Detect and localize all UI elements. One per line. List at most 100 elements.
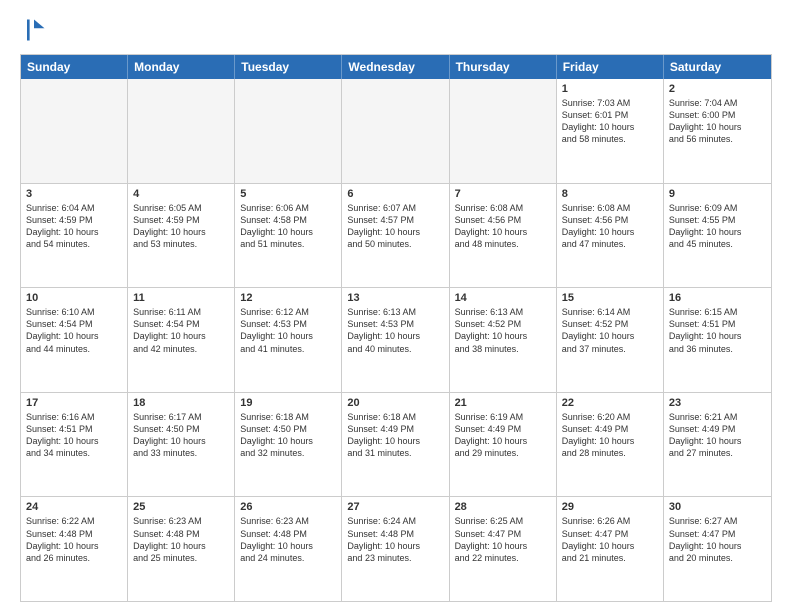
calendar-cell: 11Sunrise: 6:11 AM Sunset: 4:54 PM Dayli… — [128, 288, 235, 392]
day-info: Sunrise: 6:26 AM Sunset: 4:47 PM Dayligh… — [562, 515, 658, 564]
calendar-cell: 16Sunrise: 6:15 AM Sunset: 4:51 PM Dayli… — [664, 288, 771, 392]
calendar-cell: 7 Sunrise: 6:08 AM Sunset: 4:56 PM Daylig… — [450, 184, 557, 288]
calendar-cell: 10 Sunrise: 6:10 AM Sunset: 4:54 PM Dayli… — [21, 288, 128, 392]
calendar-cell: 6 Sunrise: 6:07 AM Sunset: 4:57 PM Daylig… — [342, 184, 449, 288]
day-number: 3 — [26, 188, 122, 200]
day-number: 17 — [26, 397, 122, 409]
calendar-cell: 15 Sunrise: 6:14 AM Sunset: 4:52 PM Dayli… — [557, 288, 664, 392]
day-number: 26 — [240, 501, 336, 513]
day-number: 28 — [455, 501, 551, 513]
day-info: Sunrise: 6:13 AM Sunset: 4:53 PM Dayligh… — [347, 306, 443, 355]
calendar-cell: 8 Sunrise: 6:08 AM Sunset: 4:56 PM Daylig… — [557, 184, 664, 288]
day-number: 20 — [347, 397, 443, 409]
calendar-cell — [21, 79, 128, 183]
calendar-cell — [450, 79, 557, 183]
day-number: 19 — [240, 397, 336, 409]
day-number: 30 — [669, 501, 766, 513]
day-info: Sunrise: 6:22 AM Sunset: 4:48 PM Dayligh… — [26, 515, 122, 564]
day-info: Sunrise: 6:07 AM Sunset: 4:57 PM Dayligh… — [347, 202, 443, 251]
header-day-saturday: Saturday — [664, 55, 771, 79]
day-number: 18 — [133, 397, 229, 409]
day-number: 22 — [562, 397, 658, 409]
calendar-cell — [235, 79, 342, 183]
day-info: Sunrise: 6:10 AM Sunset: 4:54 PM Dayligh… — [26, 306, 122, 355]
day-number: 13 — [347, 292, 443, 304]
day-number: 25 — [133, 501, 229, 513]
calendar-cell: 4 Sunrise: 6:05 AM Sunset: 4:59 PM Daylig… — [128, 184, 235, 288]
day-number: 9 — [669, 188, 766, 200]
day-number: 24 — [26, 501, 122, 513]
day-info: Sunrise: 6:19 AM Sunset: 4:49 PM Dayligh… — [455, 411, 551, 460]
calendar-cell: 20 Sunrise: 6:18 AM Sunset: 4:49 PM Dayli… — [342, 393, 449, 497]
calendar-cell: 19 Sunrise: 6:18 AM Sunset: 4:50 PM Dayli… — [235, 393, 342, 497]
header — [20, 16, 772, 44]
day-number: 11 — [133, 292, 229, 304]
day-info: Sunrise: 6:20 AM Sunset: 4:49 PM Dayligh… — [562, 411, 658, 460]
calendar-row-1: 1 Sunrise: 7:03 AM Sunset: 6:01 PM Daylig… — [21, 79, 771, 184]
calendar-cell: 21Sunrise: 6:19 AM Sunset: 4:49 PM Dayli… — [450, 393, 557, 497]
day-number: 23 — [669, 397, 766, 409]
day-info: Sunrise: 6:25 AM Sunset: 4:47 PM Dayligh… — [455, 515, 551, 564]
day-info: Sunrise: 6:18 AM Sunset: 4:49 PM Dayligh… — [347, 411, 443, 460]
calendar-cell: 3 Sunrise: 6:04 AM Sunset: 4:59 PM Daylig… — [21, 184, 128, 288]
calendar-cell: 26 Sunrise: 6:23 AM Sunset: 4:48 PM Dayli… — [235, 497, 342, 601]
day-info: Sunrise: 6:21 AM Sunset: 4:49 PM Dayligh… — [669, 411, 766, 460]
day-info: Sunrise: 6:14 AM Sunset: 4:52 PM Dayligh… — [562, 306, 658, 355]
day-number: 29 — [562, 501, 658, 513]
calendar-cell: 27Sunrise: 6:24 AM Sunset: 4:48 PM Dayli… — [342, 497, 449, 601]
calendar-cell: 17Sunrise: 6:16 AM Sunset: 4:51 PM Dayli… — [21, 393, 128, 497]
calendar-cell: 23 Sunrise: 6:21 AM Sunset: 4:49 PM Dayli… — [664, 393, 771, 497]
calendar-cell: 24 Sunrise: 6:22 AM Sunset: 4:48 PM Dayli… — [21, 497, 128, 601]
header-day-wednesday: Wednesday — [342, 55, 449, 79]
day-info: Sunrise: 6:05 AM Sunset: 4:59 PM Dayligh… — [133, 202, 229, 251]
calendar-cell: 12Sunrise: 6:12 AM Sunset: 4:53 PM Dayli… — [235, 288, 342, 392]
header-day-thursday: Thursday — [450, 55, 557, 79]
day-number: 7 — [455, 188, 551, 200]
header-day-monday: Monday — [128, 55, 235, 79]
day-info: Sunrise: 7:03 AM Sunset: 6:01 PM Dayligh… — [562, 97, 658, 146]
calendar-row-5: 24 Sunrise: 6:22 AM Sunset: 4:48 PM Dayli… — [21, 497, 771, 601]
day-info: Sunrise: 6:18 AM Sunset: 4:50 PM Dayligh… — [240, 411, 336, 460]
day-number: 5 — [240, 188, 336, 200]
header-day-tuesday: Tuesday — [235, 55, 342, 79]
calendar-cell: 14Sunrise: 6:13 AM Sunset: 4:52 PM Dayli… — [450, 288, 557, 392]
day-info: Sunrise: 6:23 AM Sunset: 4:48 PM Dayligh… — [133, 515, 229, 564]
day-info: Sunrise: 6:04 AM Sunset: 4:59 PM Dayligh… — [26, 202, 122, 251]
calendar-cell: 29 Sunrise: 6:26 AM Sunset: 4:47 PM Dayli… — [557, 497, 664, 601]
day-number: 6 — [347, 188, 443, 200]
day-info: Sunrise: 6:24 AM Sunset: 4:48 PM Dayligh… — [347, 515, 443, 564]
day-number: 10 — [26, 292, 122, 304]
day-number: 15 — [562, 292, 658, 304]
calendar-body: 1 Sunrise: 7:03 AM Sunset: 6:01 PM Daylig… — [21, 79, 771, 601]
day-number: 4 — [133, 188, 229, 200]
header-day-friday: Friday — [557, 55, 664, 79]
page: SundayMondayTuesdayWednesdayThursdayFrid… — [0, 0, 792, 612]
calendar-cell: 25 Sunrise: 6:23 AM Sunset: 4:48 PM Dayli… — [128, 497, 235, 601]
calendar: SundayMondayTuesdayWednesdayThursdayFrid… — [20, 54, 772, 602]
day-number: 16 — [669, 292, 766, 304]
calendar-row-4: 17Sunrise: 6:16 AM Sunset: 4:51 PM Dayli… — [21, 393, 771, 498]
calendar-cell: 2 Sunrise: 7:04 AM Sunset: 6:00 PM Daylig… — [664, 79, 771, 183]
calendar-row-3: 10 Sunrise: 6:10 AM Sunset: 4:54 PM Dayli… — [21, 288, 771, 393]
calendar-cell: 5 Sunrise: 6:06 AM Sunset: 4:58 PM Daylig… — [235, 184, 342, 288]
day-number: 1 — [562, 83, 658, 95]
logo — [20, 16, 52, 44]
calendar-cell: 13 Sunrise: 6:13 AM Sunset: 4:53 PM Dayli… — [342, 288, 449, 392]
day-info: Sunrise: 6:23 AM Sunset: 4:48 PM Dayligh… — [240, 515, 336, 564]
day-info: Sunrise: 6:08 AM Sunset: 4:56 PM Dayligh… — [455, 202, 551, 251]
calendar-cell — [342, 79, 449, 183]
day-number: 8 — [562, 188, 658, 200]
day-number: 2 — [669, 83, 766, 95]
header-day-sunday: Sunday — [21, 55, 128, 79]
day-info: Sunrise: 7:04 AM Sunset: 6:00 PM Dayligh… — [669, 97, 766, 146]
calendar-header: SundayMondayTuesdayWednesdayThursdayFrid… — [21, 55, 771, 79]
calendar-cell: 28 Sunrise: 6:25 AM Sunset: 4:47 PM Dayli… — [450, 497, 557, 601]
calendar-cell: 18 Sunrise: 6:17 AM Sunset: 4:50 PM Dayli… — [128, 393, 235, 497]
calendar-row-2: 3 Sunrise: 6:04 AM Sunset: 4:59 PM Daylig… — [21, 184, 771, 289]
day-info: Sunrise: 6:17 AM Sunset: 4:50 PM Dayligh… — [133, 411, 229, 460]
day-info: Sunrise: 6:08 AM Sunset: 4:56 PM Dayligh… — [562, 202, 658, 251]
calendar-cell: 9Sunrise: 6:09 AM Sunset: 4:55 PM Daylig… — [664, 184, 771, 288]
day-info: Sunrise: 6:06 AM Sunset: 4:58 PM Dayligh… — [240, 202, 336, 251]
calendar-cell — [128, 79, 235, 183]
day-info: Sunrise: 6:27 AM Sunset: 4:47 PM Dayligh… — [669, 515, 766, 564]
